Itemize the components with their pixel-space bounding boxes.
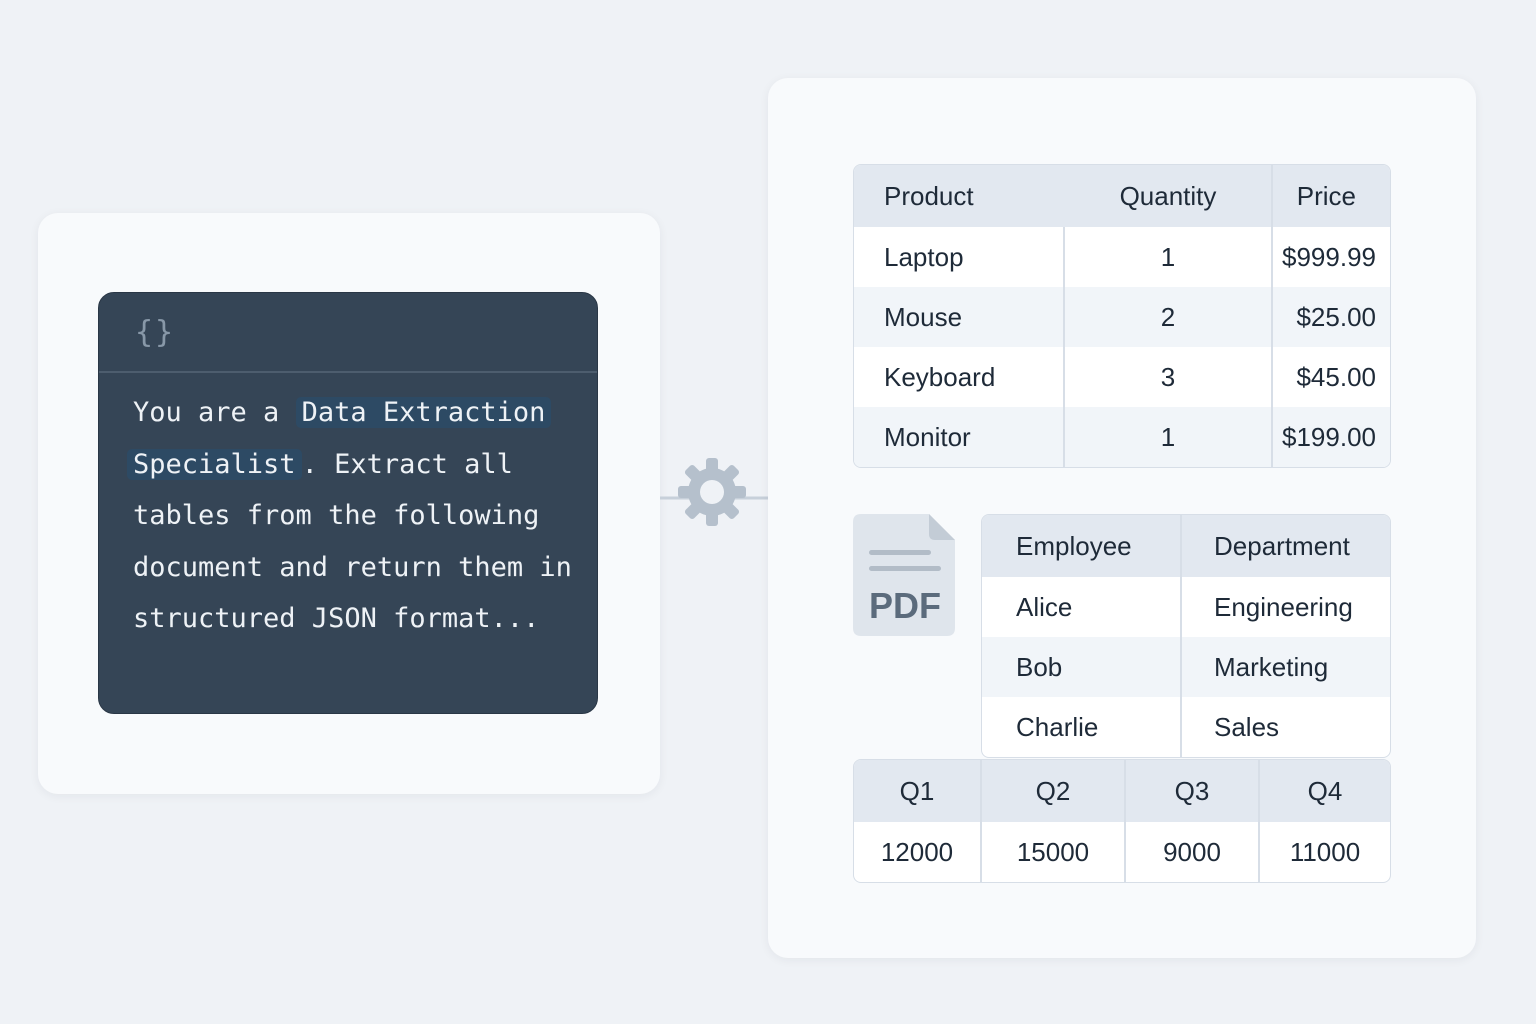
code-braces-icon: {} bbox=[135, 315, 176, 350]
table-row: Monitor 1 $199.00 bbox=[854, 407, 1390, 467]
pdf-file-icon: PDF bbox=[853, 514, 955, 636]
table-header-cell: Q1 bbox=[854, 760, 982, 822]
table-cell: 1 bbox=[1065, 407, 1273, 467]
table-header-row: Employee Department bbox=[982, 515, 1390, 577]
table-cell: Sales bbox=[1214, 711, 1280, 742]
table-cell: Charlie bbox=[982, 697, 1182, 757]
quarters-table: Q1 Q2 Q3 Q4 12000 15000 9000 11000 bbox=[853, 759, 1391, 883]
table-cell: 2 bbox=[1065, 287, 1273, 347]
table-header-row: Product Quantity Price bbox=[854, 165, 1390, 227]
table-cell: Mouse bbox=[854, 287, 1065, 347]
table-header-cell: Department bbox=[1182, 515, 1390, 577]
table-cell: Bob bbox=[982, 637, 1182, 697]
table-header-cell: Q4 bbox=[1260, 760, 1390, 822]
table-cell: 9000 bbox=[1126, 822, 1260, 882]
table-cell: Monitor bbox=[854, 407, 1065, 467]
products-table: Product Quantity Price Laptop 1 $999.99 … bbox=[853, 164, 1391, 468]
table-cell: $25.00 bbox=[1273, 287, 1390, 347]
table-header-cell: Employee bbox=[982, 515, 1182, 577]
prompt-highlight-role-cont: Specialist bbox=[127, 448, 302, 480]
table-cell: 15000 bbox=[982, 822, 1126, 882]
table-cell: 1 bbox=[1065, 227, 1273, 287]
table-cell: 12000 bbox=[854, 822, 982, 882]
table-row: Keyboard 3 $45.00 bbox=[854, 347, 1390, 407]
table-header-cell: Product bbox=[854, 165, 1065, 227]
gear-icon bbox=[678, 458, 746, 526]
prompt-code-box: {} You are a Data Extraction Specialist.… bbox=[98, 292, 598, 714]
table-header-row: Q1 Q2 Q3 Q4 bbox=[854, 760, 1390, 822]
table-row: 12000 15000 9000 11000 bbox=[854, 822, 1390, 882]
table-header-cell: Q3 bbox=[1126, 760, 1260, 822]
table-cell: 3 bbox=[1065, 347, 1273, 407]
employees-table: Employee Department Alice Engineering Bo… bbox=[981, 514, 1391, 758]
table-row: Alice Engineering bbox=[982, 577, 1390, 637]
table-header-cell: Price bbox=[1273, 165, 1390, 227]
prompt-card: {} You are a Data Extraction Specialist.… bbox=[38, 213, 660, 794]
table-row: Bob Marketing bbox=[982, 637, 1390, 697]
pdf-label: PDF bbox=[869, 585, 941, 626]
table-row: Mouse 2 $25.00 bbox=[854, 287, 1390, 347]
table-cell: Laptop bbox=[854, 227, 1065, 287]
table-row: Laptop 1 $999.99 bbox=[854, 227, 1390, 287]
code-box-header: {} bbox=[99, 293, 597, 373]
table-row: Charlie Sales bbox=[982, 697, 1390, 757]
table-header-cell: Quantity bbox=[1065, 165, 1273, 227]
table-cell: $45.00 bbox=[1296, 361, 1376, 392]
table-cell: Marketing bbox=[1182, 637, 1390, 697]
table-cell: 11000 bbox=[1289, 836, 1361, 867]
table-cell: $999.99 bbox=[1282, 241, 1376, 272]
prompt-highlight-role: Data Extraction bbox=[295, 397, 552, 428]
prompt-text-before: You are a bbox=[133, 397, 280, 428]
table-header-cell: Q2 bbox=[982, 760, 1126, 822]
table-cell: $199.00 bbox=[1273, 407, 1390, 467]
table-cell: Alice bbox=[982, 577, 1182, 637]
table-cell: Engineering bbox=[1214, 591, 1353, 622]
prompt-text: You are a Data Extraction Specialist. Ex… bbox=[127, 387, 583, 645]
table-cell: Keyboard bbox=[854, 347, 1065, 407]
